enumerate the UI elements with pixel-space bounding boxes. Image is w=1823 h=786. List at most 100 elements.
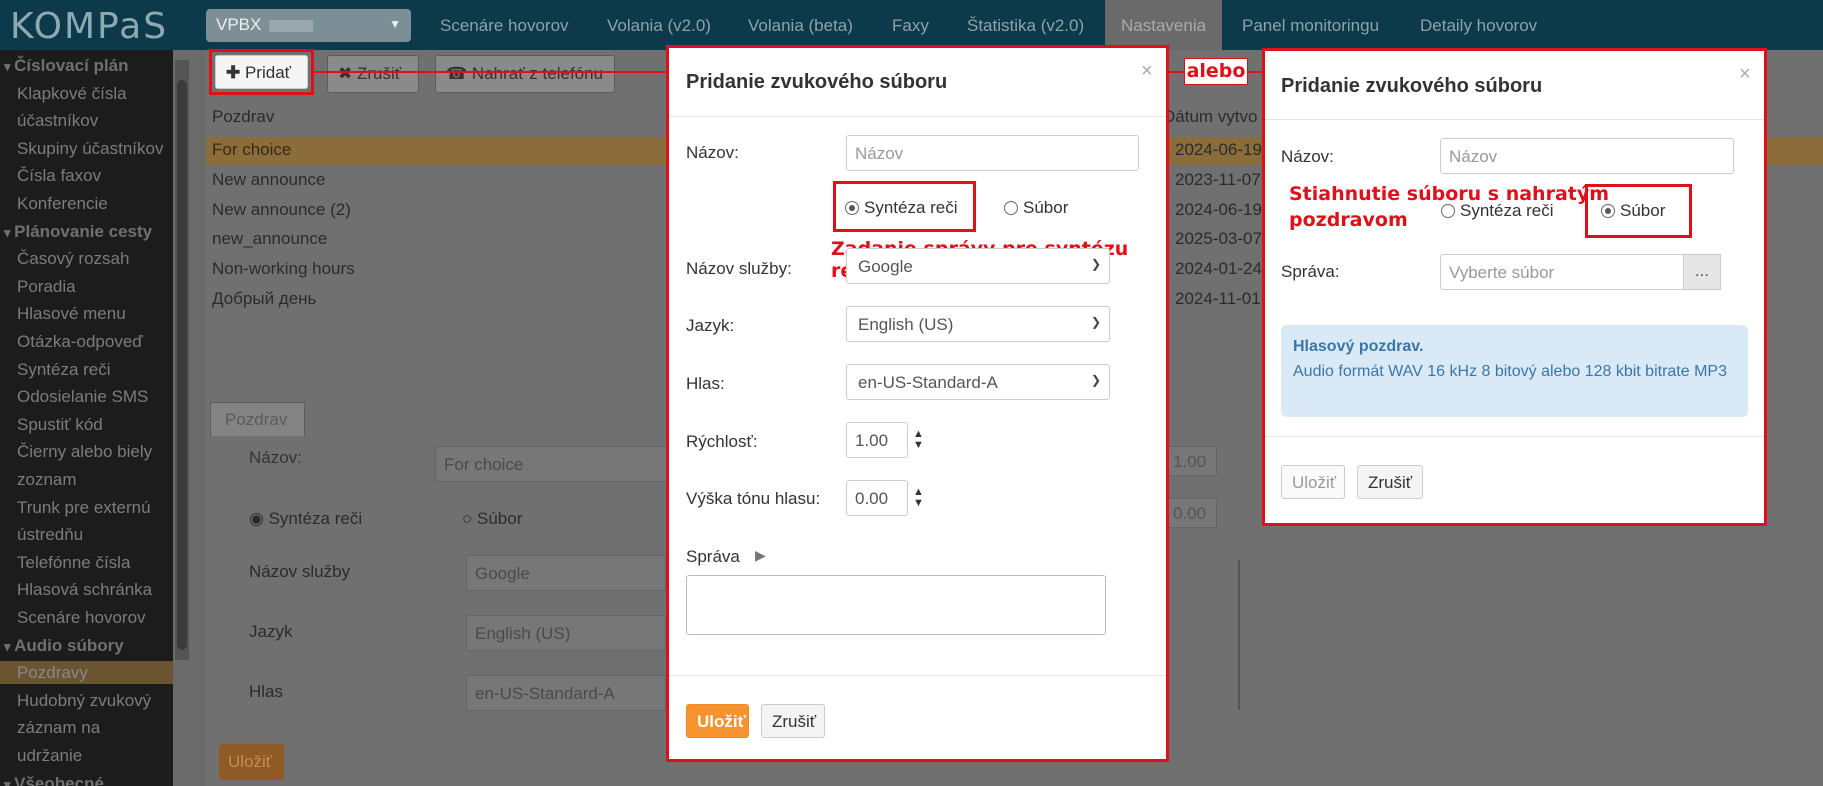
sidebar-item[interactable]: Telefónne čísla	[0, 551, 173, 574]
modal-file-close-icon[interactable]: ×	[1739, 63, 1751, 86]
detail-name-input[interactable]: For choice	[435, 446, 675, 482]
detail-voice-label: Hlas	[249, 682, 284, 701]
sidebar-item[interactable]: udržanie	[0, 744, 173, 767]
detail-save-button[interactable]: Uložiť	[219, 744, 284, 780]
nav-volania-beta[interactable]: Volania (beta)	[738, 0, 863, 50]
sidebar-item[interactable]: Syntéza reči	[0, 358, 173, 381]
sidebar-item[interactable]: Poradia	[0, 275, 173, 298]
sidebar-item[interactable]: Hlasové menu	[0, 302, 173, 325]
detail-voice-select[interactable]: en-US-Standard-A	[466, 675, 666, 711]
modal-tts-cancel-button[interactable]: Zrušiť	[761, 704, 825, 738]
speed-stepper-icon[interactable]: ▲ ▼	[913, 429, 924, 451]
sidebar-item[interactable]: Trunk pre externú	[0, 496, 173, 519]
toolbar-cancel-button[interactable]: ✖ Zrušiť	[327, 55, 419, 93]
table-cell-name: For choice	[212, 140, 292, 159]
expand-caret-icon[interactable]: ▶	[755, 547, 766, 564]
vpbx-select-label: VPBX	[216, 15, 262, 34]
detail-pitch-input[interactable]: 0.00	[1167, 498, 1217, 528]
modal-tts-service-select[interactable]: Google ❯	[846, 248, 1110, 284]
modal-tts-name-label: Názov:	[686, 143, 739, 162]
modal-file-radio-tts[interactable]: Syntéza reči	[1441, 201, 1554, 221]
modal-file-name-input[interactable]: Názov	[1440, 138, 1734, 174]
modal-tts-speed-label: Rýchlosť:	[686, 432, 758, 451]
nav-scenare-hovorov[interactable]: Scenáre hovorov	[430, 0, 579, 50]
nav-detaily-hovorov[interactable]: Detaily hovorov	[1410, 0, 1547, 50]
modal-tts-lang-select[interactable]: English (US) ❯	[846, 306, 1110, 342]
modal-tts-speed-input[interactable]: 1.00	[846, 422, 908, 458]
plus-icon: ✚	[226, 63, 245, 82]
sidebar-category[interactable]: Plánovanie cesty	[0, 220, 173, 244]
pitch-stepper-icon[interactable]: ▲ ▼	[913, 487, 924, 509]
sidebar-item[interactable]: Konferencie	[0, 192, 173, 215]
modal-tts-save-button[interactable]: Uložiť	[686, 704, 749, 738]
table-cell-name: New announce	[212, 170, 326, 189]
sidebar-item[interactable]: Časový rozsah	[0, 247, 173, 270]
modal-file-footer-divider	[1265, 436, 1764, 437]
vpbx-select[interactable]: VPBX ▼	[206, 9, 411, 42]
modal-tts-voice-value: en-US-Standard-A	[858, 373, 998, 392]
modal-file-file-input[interactable]: Vyberte súbor	[1440, 254, 1685, 290]
detail-service-label: Názov služby	[249, 562, 351, 581]
sidebar-item[interactable]: Skupiny účastníkov	[0, 137, 173, 160]
x-icon: ✖	[338, 64, 357, 83]
nav-nastavenia[interactable]: Nastavenia	[1105, 0, 1223, 50]
add-button[interactable]: ✚ Pridať	[215, 55, 308, 89]
detail-lang-select[interactable]: English (US)	[466, 615, 666, 651]
modal-tts-radio-tts[interactable]: Syntéza reči	[845, 198, 958, 218]
nav-statistika[interactable]: Štatistika (v2.0)	[957, 0, 1094, 50]
sidebar-item[interactable]: účastníkov	[0, 109, 173, 132]
table-cell-date: 2025-03-07	[1175, 229, 1262, 248]
sidebar-item[interactable]: Odosielanie SMS	[0, 385, 173, 408]
sidebar-item[interactable]: Pozdravy	[0, 661, 173, 685]
detail-radio-tts[interactable]: ◉ Syntéza reči	[249, 509, 362, 529]
modal-file-save-button[interactable]: Uložiť	[1281, 465, 1345, 499]
modal-tts-radio-file[interactable]: Súbor	[1004, 198, 1068, 218]
modal-tts-close-icon[interactable]: ×	[1141, 60, 1153, 83]
detail-service-select[interactable]: Google	[466, 555, 666, 591]
sidebar-item[interactable]: Scenáre hovorov	[0, 606, 173, 629]
modal-tts-name-input[interactable]: Názov	[846, 135, 1139, 171]
modal-tts-message-textarea[interactable]	[686, 575, 1106, 635]
modal-tts-voice-select[interactable]: en-US-Standard-A ❯	[846, 364, 1110, 400]
sidebar-item[interactable]: ústredňu	[0, 523, 173, 546]
sidebar-item[interactable]: Čierny alebo biely	[0, 440, 173, 463]
sidebar-category[interactable]: Všeobecné	[0, 772, 173, 786]
add-sound-modal-file: Pridanie zvukového súboru × Názov: Názov…	[1262, 48, 1767, 526]
nav-faxy[interactable]: Faxy	[882, 0, 939, 50]
modal-file-cancel-button[interactable]: Zrušiť	[1357, 465, 1423, 499]
nav-panel-monitoringu[interactable]: Panel monitoringu	[1232, 0, 1389, 50]
table-header-date: Dátum vytvo	[1163, 107, 1258, 126]
detail-lang-label: Jazyk	[249, 622, 293, 641]
modal-tts-pitch-input[interactable]: 0.00	[846, 480, 908, 516]
sidebar-item[interactable]: Klapkové čísla	[0, 82, 173, 105]
tab-pozdrav[interactable]: Pozdrav	[210, 402, 305, 436]
detail-radio-file[interactable]: ○ Súbor	[462, 509, 522, 529]
radio-dot-checked	[1601, 204, 1615, 218]
sidebar-item[interactable]: záznam na	[0, 716, 173, 739]
table-cell-date: 2024-06-19	[1175, 200, 1262, 219]
modal-file-browse-button[interactable]: ...	[1683, 254, 1721, 290]
sidebar-item[interactable]: Otázka-odpoveď	[0, 330, 173, 353]
sidebar-item[interactable]: zoznam	[0, 468, 173, 491]
sidebar-item[interactable]: Spustiť kód	[0, 413, 173, 436]
chevron-down-icon: ❯	[1090, 257, 1101, 271]
modal-tts-title: Pridanie zvukového súboru	[686, 71, 948, 93]
modal-tts-pitch-label: Výška tónu hlasu:	[686, 489, 821, 508]
sidebar-item[interactable]: Hlasová schránka	[0, 578, 173, 601]
record-from-phone-button[interactable]: ☎ Nahrať z telefónu	[435, 55, 615, 93]
sidebar-item[interactable]: Hudobný zvukový	[0, 689, 173, 712]
sidebar-scrollbar-thumb[interactable]	[177, 80, 187, 650]
file-annotation-line2: pozdravom	[1289, 209, 1408, 231]
connector-line-right	[1248, 71, 1262, 73]
modal-file-radio-file[interactable]: Súbor	[1601, 201, 1665, 221]
or-annotation: alebo	[1184, 58, 1248, 85]
modal-tts-header-divider	[669, 116, 1166, 117]
radio-dot-checked	[845, 201, 859, 215]
sidebar-category[interactable]: Číslovací plán	[0, 54, 173, 78]
detail-radio-file-label: Súbor	[477, 509, 523, 528]
detail-message-textarea-edge	[1230, 560, 1240, 710]
sidebar-category[interactable]: Audio súbory	[0, 634, 173, 658]
detail-speed-input[interactable]: 1.00	[1167, 446, 1217, 476]
sidebar-item[interactable]: Čísla faxov	[0, 164, 173, 187]
nav-volania-v2[interactable]: Volania (v2.0)	[597, 0, 721, 50]
